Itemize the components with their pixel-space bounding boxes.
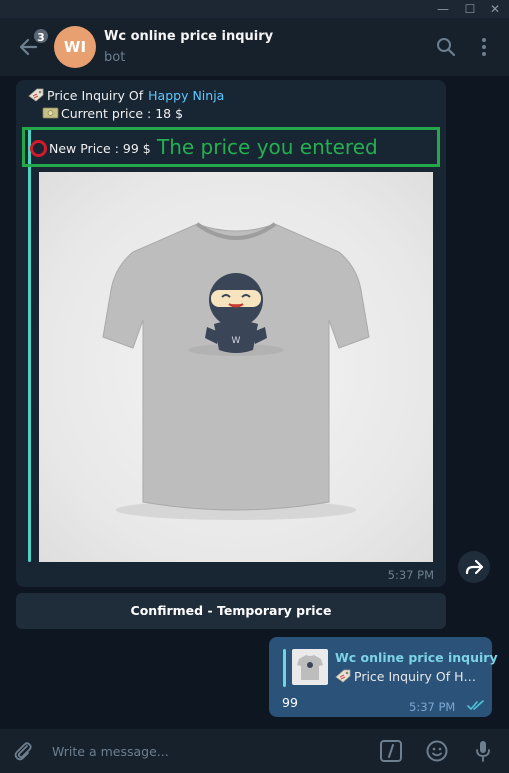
new-price-text: New Price : 99 $ [49, 141, 151, 156]
inquiry-line: Price Inquiry Of Happy Ninja [28, 88, 224, 103]
attach-paperclip-icon[interactable] [11, 739, 35, 763]
more-menu-icon[interactable] [472, 35, 496, 59]
maximize-button[interactable]: ☐ [460, 1, 480, 17]
message-time: 5:37 PM [387, 568, 434, 582]
product-photo[interactable]: W [39, 172, 433, 562]
svg-text:W: W [232, 336, 241, 346]
price-tag-icon [28, 88, 44, 102]
chat-subtitle: bot [104, 50, 126, 65]
bot-commands-icon[interactable] [379, 739, 403, 763]
forward-arrow-icon [465, 559, 484, 575]
incoming-message: Price Inquiry Of Happy Ninja Current pric… [16, 80, 446, 587]
product-name: Happy Ninja [148, 88, 225, 103]
search-icon[interactable] [434, 35, 458, 59]
price-tag-icon [335, 669, 351, 683]
chat-header: 3 WI Wc online price inquiry bot [0, 18, 509, 76]
forward-button[interactable] [458, 551, 490, 583]
outgoing-time: 5:37 PM [409, 700, 456, 714]
confirm-temporary-price-button[interactable]: Confirmed - Temporary price [16, 593, 446, 629]
current-price-text: Current price : 18 $ [61, 106, 184, 121]
unread-count-badge: 3 [32, 27, 50, 45]
reply-preview-text: Price Inquiry Of Ha... [335, 669, 483, 684]
outgoing-text: 99 [282, 695, 298, 710]
double-check-icon [467, 700, 484, 711]
reply-title[interactable]: Wc online price inquiry [335, 650, 498, 665]
message-input-bar [0, 729, 509, 773]
avatar[interactable]: WI [54, 26, 96, 68]
reply-bar [283, 649, 286, 687]
money-icon [42, 107, 59, 119]
annotation-label: The price you entered [157, 135, 378, 159]
outgoing-message: Wc online price inquiry Price Inquiry Of… [269, 637, 498, 717]
tshirt-thumbnail-icon [297, 655, 323, 680]
chat-title[interactable]: Wc online price inquiry [104, 29, 273, 44]
message-input[interactable] [52, 739, 362, 763]
inquiry-prefix: Price Inquiry Of [47, 88, 144, 103]
reply-thumbnail[interactable] [292, 649, 328, 685]
ninja-tshirt-icon: W [102, 222, 370, 520]
window-titlebar: — ☐ ✕ [0, 0, 509, 18]
minimize-button[interactable]: — [433, 1, 453, 17]
microphone-icon[interactable] [471, 739, 495, 763]
red-circle-icon [30, 140, 47, 157]
close-window-button[interactable]: ✕ [485, 1, 505, 17]
quote-bar [28, 128, 31, 562]
emoji-smile-icon[interactable] [425, 739, 449, 763]
reply-preview-label: Price Inquiry Of Ha... [354, 669, 483, 684]
current-price-line: Current price : 18 $ [42, 106, 183, 121]
